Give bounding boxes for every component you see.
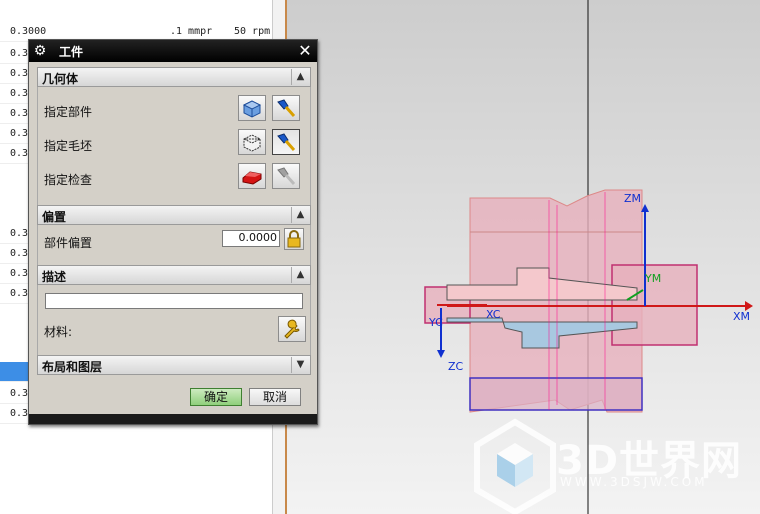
part-bottom-band (469, 377, 643, 411)
section-offset-header[interactable]: 偏置 ▲ (37, 205, 311, 225)
table-cell: 0.3000 (10, 26, 47, 37)
table-cell: 0.3 (10, 108, 29, 119)
table-cell: 0.3 (10, 48, 29, 59)
section-description-body: 材料: (37, 285, 311, 355)
specify-part-label: 指定部件 (44, 105, 93, 119)
table-cell: 50 rpm (234, 26, 271, 37)
section-title: 几何体 (42, 72, 79, 86)
display-blank-button[interactable] (272, 129, 300, 155)
chevron-up-icon[interactable]: ▲ (291, 69, 309, 85)
table-cell: 0.3 (10, 228, 29, 239)
gear-icon[interactable]: ⚙ (32, 43, 48, 59)
section-title: 布局和图层 (42, 360, 103, 374)
section-title: 偏置 (42, 210, 67, 224)
table-cell: 0.3 (10, 388, 29, 399)
table-cell: 0.3 (10, 128, 29, 139)
section-geometry-header[interactable]: 几何体 ▲ (37, 67, 311, 87)
dialog-title: 工件 (59, 45, 84, 59)
lock-icon (287, 230, 301, 248)
chevron-up-icon[interactable]: ▲ (291, 207, 309, 223)
description-input[interactable] (45, 293, 303, 309)
display-check-button[interactable] (272, 163, 300, 189)
part-offset-input[interactable]: 0.0000 (222, 230, 280, 247)
table-cell: 0.3 (10, 68, 29, 79)
section-geometry-body: 指定部件 指定毛坯 指定检查 (37, 87, 311, 205)
part-offset-label: 部件偏置 (44, 236, 93, 250)
flashlight-icon (277, 99, 296, 117)
dialog-footer-bar (29, 414, 317, 424)
lock-button[interactable] (284, 228, 304, 250)
chevron-up-icon[interactable]: ▲ (291, 267, 309, 283)
chevron-down-icon[interactable]: ▼ (291, 357, 309, 373)
xm-label: XM (733, 310, 750, 323)
yc-label: YC (428, 316, 443, 329)
specify-check-label: 指定检查 (44, 173, 93, 187)
section-title: 描述 (42, 270, 67, 284)
flashlight-icon (277, 133, 296, 151)
flashlight-disabled-icon (277, 167, 296, 185)
material-label: 材料: (44, 325, 73, 339)
table-cell: 0.3 (10, 268, 29, 279)
select-check-button[interactable] (238, 163, 266, 189)
select-blank-button[interactable] (238, 129, 266, 155)
part-geometry-icon (242, 100, 262, 118)
watermark-logo-icon (474, 418, 556, 514)
check-geometry-icon (242, 171, 262, 185)
wrench-icon (284, 319, 300, 339)
table-cell: 0.3 (10, 248, 29, 259)
table-cell: 0.3 (10, 88, 29, 99)
zc-arrowhead (437, 350, 445, 358)
zm-label: ZM (624, 192, 641, 205)
blank-geometry-icon (243, 134, 261, 152)
zc-label: ZC (448, 360, 464, 373)
dialog-titlebar[interactable]: ⚙ 工件 ✕ (29, 40, 317, 62)
ym-label: YM (644, 272, 661, 285)
xc-label: XC (486, 308, 501, 321)
watermark-url: WWW.3DSJW.COM (560, 475, 708, 489)
table-cell: 0.3 (10, 148, 29, 159)
section-description-header[interactable]: 描述 ▲ (37, 265, 311, 285)
section-layout-header[interactable]: 布局和图层 ▼ (37, 355, 311, 375)
close-icon[interactable]: ✕ (296, 42, 314, 60)
ok-button[interactable]: 确定 (190, 388, 242, 406)
display-part-button[interactable] (272, 95, 300, 121)
select-part-button[interactable] (238, 95, 266, 121)
cancel-button[interactable]: 取消 (249, 388, 301, 406)
table-cell: 0.3 (10, 408, 29, 419)
specify-blank-label: 指定毛坯 (44, 139, 93, 153)
table-cell: 0.3 (10, 288, 29, 299)
edit-material-button[interactable] (278, 316, 306, 342)
section-offset-body: 部件偏置 0.0000 (37, 225, 311, 265)
workpiece-dialog: ⚙ 工件 ✕ 几何体 ▲ 指定部件 指定毛坯 指定检查 偏置 ▲ 部件偏置 0.… (28, 39, 318, 425)
table-cell: .1 mmpr (170, 26, 213, 37)
